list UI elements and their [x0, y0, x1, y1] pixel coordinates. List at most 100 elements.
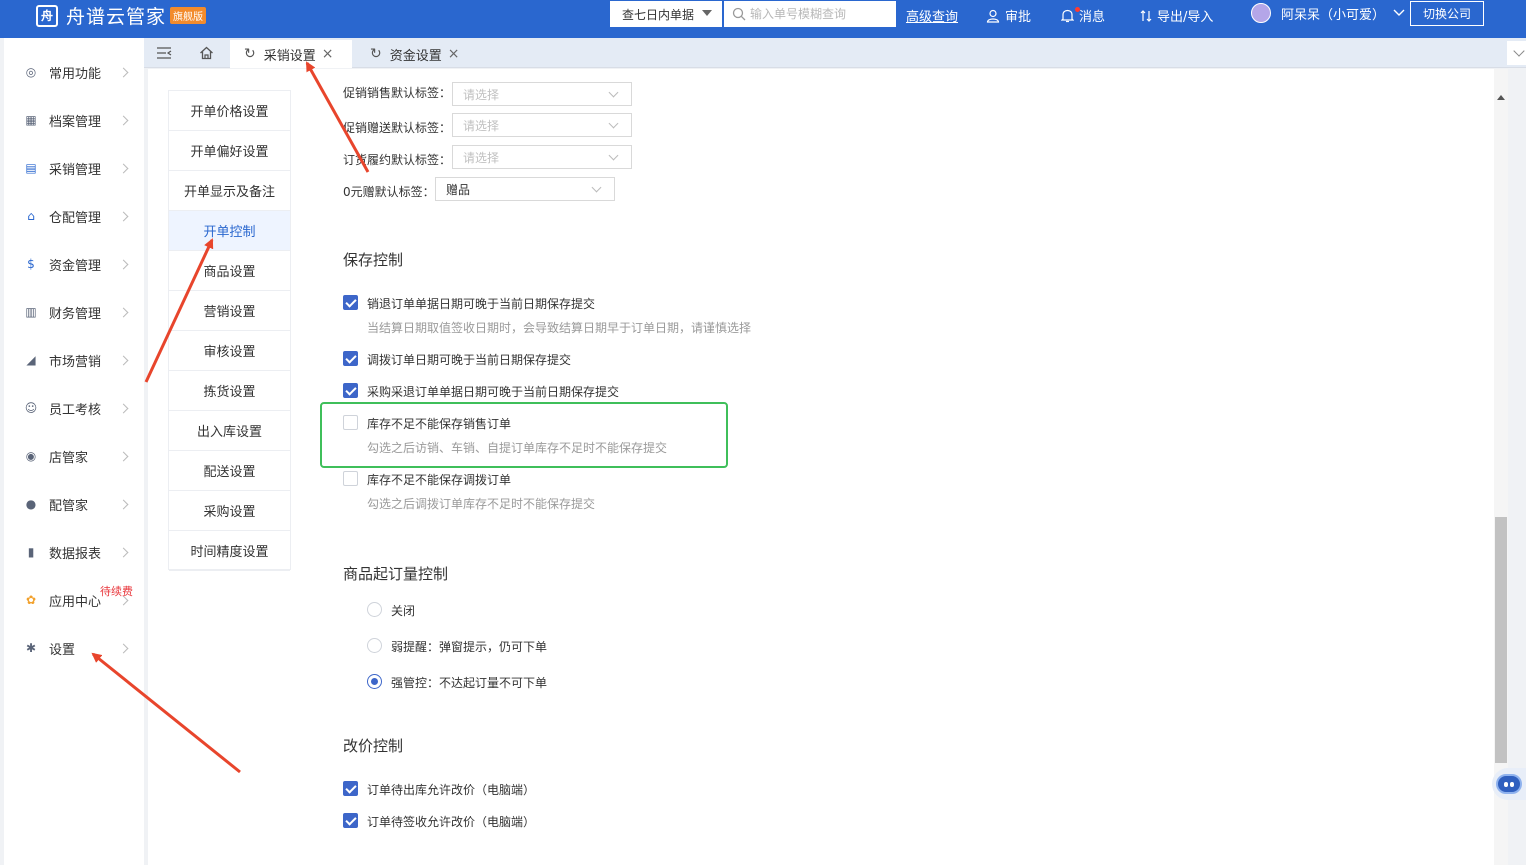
refresh-icon[interactable]: ↻ — [244, 46, 256, 62]
chevron-right-icon — [118, 67, 129, 77]
save-option-checkbox-1[interactable] — [343, 351, 358, 366]
search-input[interactable] — [750, 7, 890, 21]
robot-icon — [1496, 774, 1522, 794]
edition-badge: 旗舰版 — [170, 7, 207, 24]
logo-mark-icon: 舟 — [36, 4, 58, 27]
subnav-item-11[interactable]: 时间精度设置 — [169, 531, 290, 571]
min-order-option-label-1[interactable]: 弱提醒：弹窗提示，仍可下单 — [391, 638, 547, 655]
sidebar-item-7[interactable]: ☺ 员工考核 — [4, 384, 144, 432]
search-box[interactable] — [724, 1, 896, 27]
money-bag-icon: $ — [27, 257, 35, 271]
subnav-item-5[interactable]: 营销设置 — [169, 291, 290, 331]
subnav-item-9[interactable]: 配送设置 — [169, 451, 290, 491]
min-order-radio-2[interactable] — [367, 674, 382, 689]
assistant-robot-button[interactable] — [1492, 768, 1526, 800]
close-icon[interactable]: × — [322, 46, 334, 62]
tab-list-dropdown[interactable] — [1507, 41, 1526, 65]
advanced-query-link[interactable]: 高级查询 — [906, 6, 958, 25]
promo-gift-tag-select[interactable]: 请选择 — [452, 113, 632, 137]
messages-button[interactable]: 消息 — [1061, 6, 1105, 25]
chevron-right-icon — [118, 643, 129, 653]
subnav-item-4[interactable]: 商品设置 — [169, 251, 290, 291]
user-name: 阿呆呆（小可爱） — [1281, 7, 1386, 23]
subnav-item-1[interactable]: 开单偏好设置 — [169, 131, 290, 171]
menu-collapse-icon[interactable] — [152, 38, 176, 68]
subnav-item-0[interactable]: 开单价格设置 — [169, 91, 290, 131]
min-order-option-label-2[interactable]: 强管控：不达起订量不可下单 — [391, 674, 547, 691]
subnav-item-3[interactable]: 开单控制 — [169, 211, 290, 251]
messages-label: 消息 — [1079, 10, 1106, 25]
min-order-radio-0[interactable] — [367, 602, 382, 617]
min-order-option-label-0[interactable]: 关闭 — [391, 602, 415, 619]
save-option-label-1[interactable]: 调拨订单日期可晚于当前日期保存提交 — [367, 351, 571, 368]
sidebar-item-label: 数据报表 — [49, 546, 102, 562]
chevron-right-icon — [118, 499, 129, 509]
save-option-checkbox-0[interactable] — [343, 295, 358, 310]
sidebar-item-9[interactable]: ● 配管家 — [4, 480, 144, 528]
min-order-radio-1[interactable] — [367, 638, 382, 653]
chevron-right-icon — [118, 259, 129, 269]
sidebar-item-12[interactable]: ✱ 设置 — [4, 624, 144, 672]
save-option-hint-3: 勾选之后访销、车销、自提订单库存不足时不能保存提交 — [367, 441, 668, 455]
subnav-item-7[interactable]: 拣货设置 — [169, 371, 290, 411]
settings-subnav: 开单价格设置 开单偏好设置 开单显示及备注 开单控制 商品设置 营销设置 审核设置 拣货设置出… — [168, 90, 291, 571]
save-control-title: 保存控制 — [343, 251, 404, 269]
promo-sale-tag-select[interactable]: 请选择 — [452, 82, 632, 106]
save-option-label-0[interactable]: 销退订单单据日期可晚于当前日期保存提交 — [367, 295, 595, 312]
price-option-label-0[interactable]: 订单待出库允许改价（电脑端） — [367, 781, 535, 798]
user-menu[interactable]: 阿呆呆（小可爱） — [1251, 3, 1405, 23]
sidebar-item-5[interactable]: ▥ 财务管理 — [4, 288, 144, 336]
search-scope-select[interactable]: 查七日内单据 — [610, 1, 722, 27]
save-option-checkbox-4[interactable] — [343, 471, 358, 486]
scroll-up-arrow-icon[interactable] — [1497, 95, 1505, 100]
tab-fund-settings[interactable]: ↻ 资金设置 × — [356, 40, 478, 68]
save-option-label-3[interactable]: 库存不足不能保存销售订单 — [367, 415, 511, 432]
order-fulfill-tag-select[interactable]: 请选择 — [452, 145, 632, 169]
refresh-icon[interactable]: ↻ — [370, 46, 382, 62]
save-option-checkbox-2[interactable] — [343, 383, 358, 398]
price-option-checkbox-1[interactable] — [343, 813, 358, 828]
zero-gift-tag-select[interactable]: 赠品 — [435, 177, 615, 201]
approve-button[interactable]: 审批 — [986, 6, 1031, 25]
promo-sale-tag-label: 促销销售默认标签： — [343, 86, 452, 100]
search-icon — [732, 7, 746, 21]
save-option-hint-4: 勾选之后调拨订单库存不足时不能保存提交 — [367, 497, 596, 511]
app-logo[interactable]: 舟 舟谱云管家 旗舰版 — [36, 2, 207, 29]
scroll-thumb[interactable] — [1495, 517, 1507, 763]
sidebar-item-2[interactable]: ▤ 采销管理 — [4, 144, 144, 192]
sidebar-item-11[interactable]: ✿ 应用中心 待续费 — [4, 576, 144, 624]
sidebar-item-8[interactable]: ◉ 店管家 — [4, 432, 144, 480]
avatar — [1251, 3, 1271, 23]
subnav-item-10[interactable]: 采购设置 — [169, 491, 290, 531]
subnav-item-8[interactable]: 出入库设置 — [169, 411, 290, 451]
vertical-scrollbar[interactable] — [1494, 69, 1508, 865]
import-export-button[interactable]: 导出/导入 — [1140, 6, 1213, 25]
sidebar-item-label: 配管家 — [49, 498, 89, 514]
home-icon[interactable] — [194, 38, 218, 68]
sidebar-item-3[interactable]: ⌂ 仓配管理 — [4, 192, 144, 240]
sidebar-item-4[interactable]: $ 资金管理 — [4, 240, 144, 288]
highlight-annotation-box — [320, 402, 728, 468]
tab-bar: ↻ 采销设置 × ↻ 资金设置 × — [144, 38, 1526, 68]
app-name: 舟谱云管家 — [66, 6, 167, 28]
subnav-item-2[interactable]: 开单显示及备注 — [169, 171, 290, 211]
price-option-checkbox-0[interactable] — [343, 781, 358, 796]
price-option-label-1[interactable]: 订单待签收允许改价（电脑端） — [367, 813, 535, 830]
close-icon[interactable]: × — [448, 46, 460, 62]
gear-icon: ✱ — [25, 641, 37, 655]
switch-company-button[interactable]: 切换公司 — [1410, 1, 1484, 26]
save-option-label-4[interactable]: 库存不足不能保存调拨订单 — [367, 471, 511, 488]
chevron-down-icon — [1513, 45, 1525, 57]
sidebar-item-10[interactable]: ▮ 数据报表 — [4, 528, 144, 576]
sidebar-item-6[interactable]: ◢ 市场营销 — [4, 336, 144, 384]
tab-purchase-sales-settings[interactable]: ↻ 采销设置 × — [230, 40, 352, 68]
select-placeholder: 请选择 — [463, 118, 500, 133]
unread-dot — [1075, 6, 1080, 12]
chevron-down-icon — [1393, 9, 1405, 16]
subnav-item-6[interactable]: 审核设置 — [169, 331, 290, 371]
price-change-control-title: 改价控制 — [343, 737, 404, 755]
sidebar-item-0[interactable]: ◎ 常用功能 — [4, 48, 144, 96]
save-option-label-2[interactable]: 采购采退订单单据日期可晚于当前日期保存提交 — [367, 383, 619, 400]
save-option-checkbox-3[interactable] — [343, 415, 358, 430]
sidebar-item-1[interactable]: ▦ 档案管理 — [4, 96, 144, 144]
